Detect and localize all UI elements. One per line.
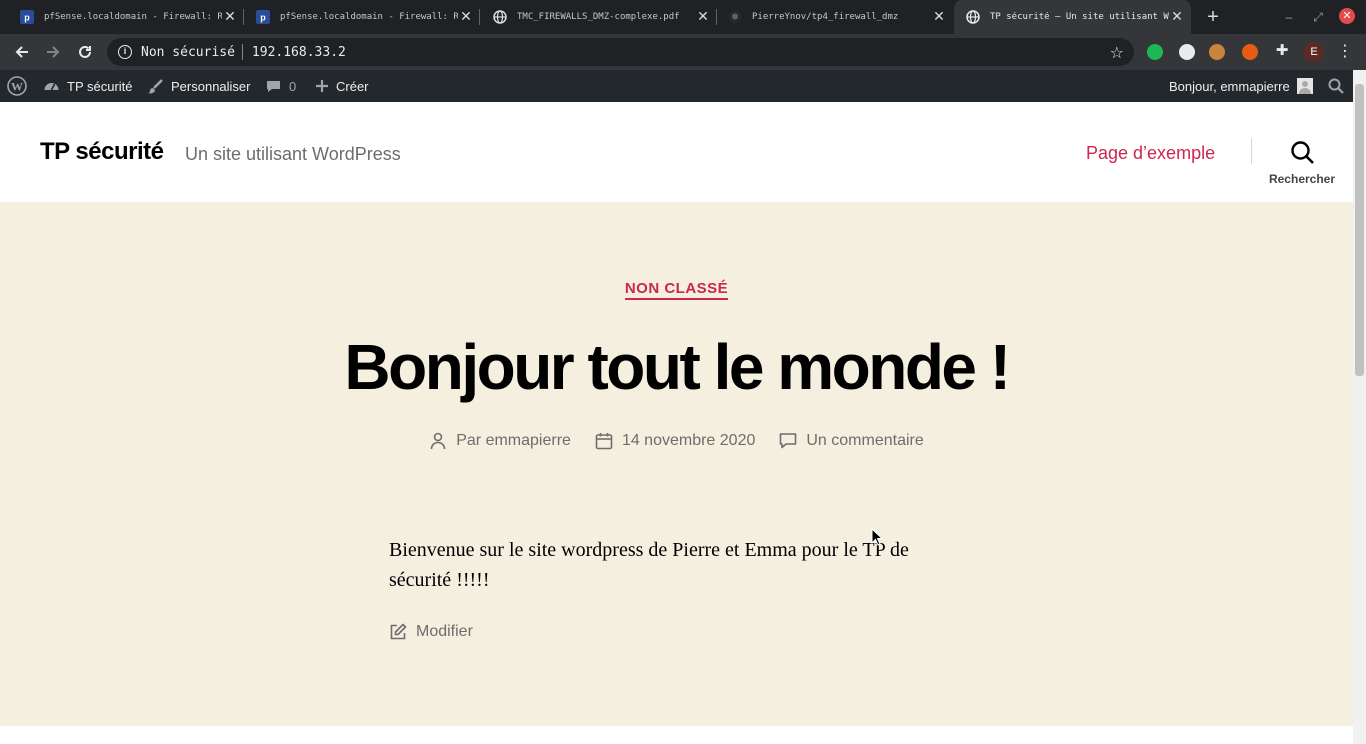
- new-tab-button[interactable]: +: [1203, 7, 1223, 27]
- browser-menu-icon[interactable]: ⋮: [1337, 42, 1353, 62]
- extension-cookie-icon[interactable]: [1209, 44, 1225, 60]
- edit-post-link[interactable]: Modifier: [389, 623, 473, 641]
- svg-text:p: p: [260, 13, 266, 23]
- globe-icon: [493, 10, 507, 24]
- extension-thumb-icon[interactable]: [1147, 44, 1163, 60]
- pfsense-favicon-icon: p: [256, 10, 270, 24]
- reload-icon[interactable]: [73, 40, 97, 64]
- admin-comments-count: 0: [289, 78, 297, 94]
- post-article: NON CLASSÉ Bonjour tout le monde ! Par e…: [0, 202, 1353, 726]
- tab-title: PierreYnov/tp4_firewall_dmz: [752, 12, 899, 22]
- extension-fire-icon[interactable]: [1242, 44, 1258, 60]
- post-author[interactable]: Par emmapierre: [429, 432, 571, 450]
- address-divider: [241, 44, 243, 60]
- post-meta: Par emmapierre 14 novembre 2020 Un comme…: [0, 432, 1353, 450]
- post-comments-label: Un commentaire: [806, 432, 924, 449]
- admin-new-label: Créer: [336, 78, 369, 94]
- tab-title: TP sécurité – Un site utilisant Wor: [990, 12, 1169, 22]
- search-toggle-button[interactable]: Rechercher: [1266, 140, 1338, 188]
- browser-tab[interactable]: PierreYnov/tp4_firewall_dmz ✕: [708, 0, 953, 34]
- post-title: Bonjour tout le monde !: [344, 331, 1011, 403]
- wordpress-logo-icon[interactable]: W: [7, 70, 27, 102]
- bookmark-star-icon[interactable]: ☆: [1110, 43, 1124, 63]
- tab-title: pfSense.localdomain - Firewall: Rul: [280, 12, 458, 22]
- header-divider: [1251, 138, 1252, 164]
- user-avatar-icon: [1296, 78, 1313, 94]
- admin-search-icon[interactable]: [1328, 70, 1344, 102]
- post-author-label: Par emmapierre: [456, 432, 571, 449]
- window-close-icon[interactable]: ✕: [1339, 8, 1355, 24]
- browser-tab-active[interactable]: TP sécurité – Un site utilisant Wor ✕: [954, 0, 1191, 34]
- security-label: Non sécurisé: [141, 44, 235, 60]
- minimize-icon[interactable]: –: [1280, 8, 1298, 26]
- content-footer-band: [0, 726, 1353, 744]
- close-tab-icon[interactable]: ✕: [458, 9, 474, 25]
- post-date-label: 14 novembre 2020: [621, 432, 756, 449]
- url-text[interactable]: 192.168.33.2: [252, 45, 346, 60]
- forward-arrow-icon[interactable]: [41, 40, 65, 64]
- pfsense-favicon-icon: p: [20, 10, 34, 24]
- comment-icon: [780, 433, 797, 449]
- github-icon: [728, 10, 742, 24]
- info-icon[interactable]: i: [118, 45, 132, 59]
- globe-icon: [966, 10, 980, 24]
- post-comments[interactable]: Un commentaire: [779, 432, 924, 450]
- admin-comments-link[interactable]: 0: [265, 70, 296, 102]
- browser-tab[interactable]: p pfSense.localdomain - Firewall: Rul ✕: [0, 0, 244, 34]
- admin-site-name: TP sécurité: [67, 78, 133, 94]
- tab-title: TMC_FIREWALLS_DMZ-complexe.pdf: [517, 12, 680, 22]
- calendar-icon: [595, 433, 613, 450]
- admin-account-link[interactable]: Bonjour, emmapierre: [1169, 70, 1313, 102]
- paintbrush-icon: [147, 78, 164, 95]
- site-header: TP sécurité Un site utilisant WordPress …: [0, 102, 1353, 202]
- wp-admin-bar: W TP sécurité Personnaliser 0 Créer Bonj…: [0, 70, 1353, 102]
- site-description: Un site utilisant WordPress: [185, 144, 401, 164]
- address-bar[interactable]: i Non sécurisé 192.168.33.2 ☆: [107, 38, 1134, 66]
- admin-site-link[interactable]: TP sécurité: [43, 70, 133, 102]
- restore-icon[interactable]: ⤢: [1309, 8, 1327, 26]
- search-icon: [1291, 141, 1314, 164]
- dashboard-icon: [43, 78, 60, 95]
- search-toggle-label: Rechercher: [1268, 172, 1336, 186]
- svg-text:p: p: [24, 13, 30, 23]
- browser-toolbar: i Non sécurisé 192.168.33.2 ☆ ✚ E ⋮: [0, 34, 1366, 70]
- browser-tab[interactable]: TMC_FIREWALLS_DMZ-complexe.pdf ✕: [473, 0, 717, 34]
- svg-text:W: W: [11, 80, 23, 94]
- close-tab-icon[interactable]: ✕: [1169, 9, 1185, 25]
- person-icon: [430, 432, 446, 450]
- mouse-cursor-icon: [871, 528, 883, 546]
- post-category: NON CLASSÉ: [0, 280, 1353, 300]
- admin-customize-label: Personnaliser: [171, 78, 251, 94]
- profile-avatar[interactable]: E: [1304, 42, 1324, 62]
- tab-title: pfSense.localdomain - Firewall: Rul: [44, 12, 222, 22]
- extensions-puzzle-icon[interactable]: ✚: [1273, 42, 1291, 60]
- edit-post-label: Modifier: [416, 623, 473, 640]
- edit-icon: [390, 623, 407, 640]
- browser-tab[interactable]: p pfSense.localdomain - Firewall: Rul ✕: [236, 0, 480, 34]
- scrollbar-thumb[interactable]: [1355, 84, 1364, 376]
- site-title[interactable]: TP sécurité: [40, 138, 164, 166]
- plus-icon: [315, 79, 329, 93]
- close-tab-icon[interactable]: ✕: [931, 9, 947, 25]
- category-link[interactable]: NON CLASSÉ: [624, 280, 729, 300]
- extension-clock-icon[interactable]: [1179, 44, 1195, 60]
- admin-customize-link[interactable]: Personnaliser: [147, 70, 251, 102]
- admin-greeting: Bonjour, emmapierre: [1169, 78, 1290, 94]
- page-scrollbar[interactable]: [1353, 70, 1366, 744]
- browser-tab-strip: p pfSense.localdomain - Firewall: Rul ✕ …: [0, 0, 1366, 34]
- comment-bubble-icon: [265, 78, 282, 95]
- back-arrow-icon[interactable]: [10, 40, 34, 64]
- admin-new-link[interactable]: Créer: [315, 70, 369, 102]
- nav-item-sample-page[interactable]: Page d’exemple: [1086, 143, 1215, 164]
- post-date[interactable]: 14 novembre 2020: [595, 432, 755, 450]
